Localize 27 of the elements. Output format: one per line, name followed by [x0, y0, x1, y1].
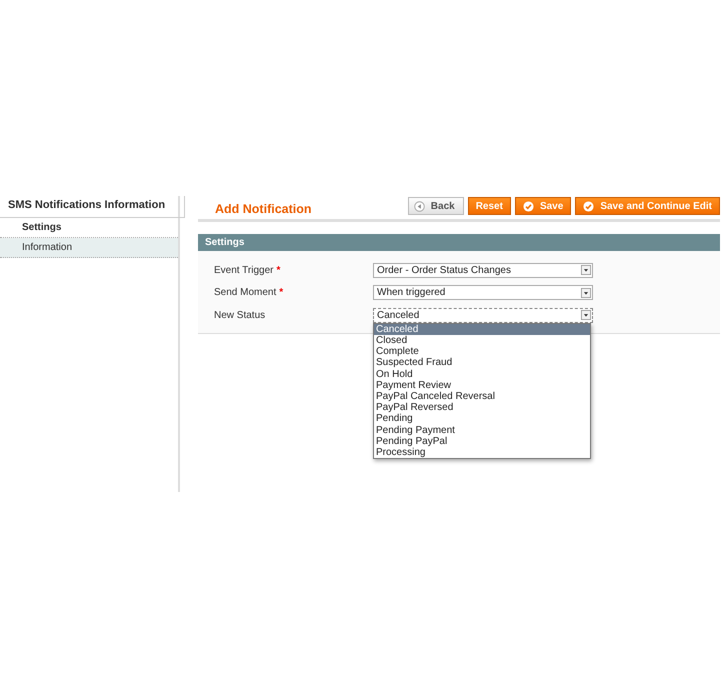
select-field[interactable]: Canceled	[373, 308, 593, 323]
field-label: Event Trigger	[214, 264, 274, 276]
field-label: Send Moment	[214, 287, 276, 298]
dropdown-option[interactable]: Pending	[374, 413, 590, 425]
required-marker: *	[276, 264, 280, 276]
select-field[interactable]: Order - Order Status Changes	[373, 262, 593, 278]
select-field[interactable]: When triggered	[373, 285, 593, 300]
dropdown-option[interactable]: PayPal Canceled Reversal	[374, 390, 590, 402]
section-header: Settings	[198, 234, 720, 251]
back-icon	[414, 200, 425, 212]
check-icon	[583, 200, 594, 212]
back-button[interactable]: Back	[408, 197, 464, 215]
dropdown-option[interactable]: Complete	[374, 346, 590, 358]
dropdown-option[interactable]: Pending PayPal	[374, 436, 590, 447]
dropdown-option[interactable]: PayPal Reversed	[374, 402, 590, 414]
page-title: Add Notification	[215, 201, 312, 216]
dropdown-option[interactable]: On Hold	[374, 368, 590, 380]
dropdown-option[interactable]: Pending Payment	[374, 424, 590, 436]
sidebar-tab[interactable]: Information	[0, 238, 178, 258]
field-label: New Status	[214, 310, 266, 321]
dropdown-option[interactable]: Suspected Fraud	[374, 357, 590, 369]
dropdown-option[interactable]: Closed	[374, 334, 590, 346]
dropdown-option[interactable]: Payment Review	[374, 380, 590, 391]
dropdown-option[interactable]: Canceled	[374, 324, 590, 335]
dropdown-option[interactable]: Processing	[374, 446, 590, 458]
required-marker: *	[279, 287, 284, 298]
check-icon	[522, 200, 534, 212]
